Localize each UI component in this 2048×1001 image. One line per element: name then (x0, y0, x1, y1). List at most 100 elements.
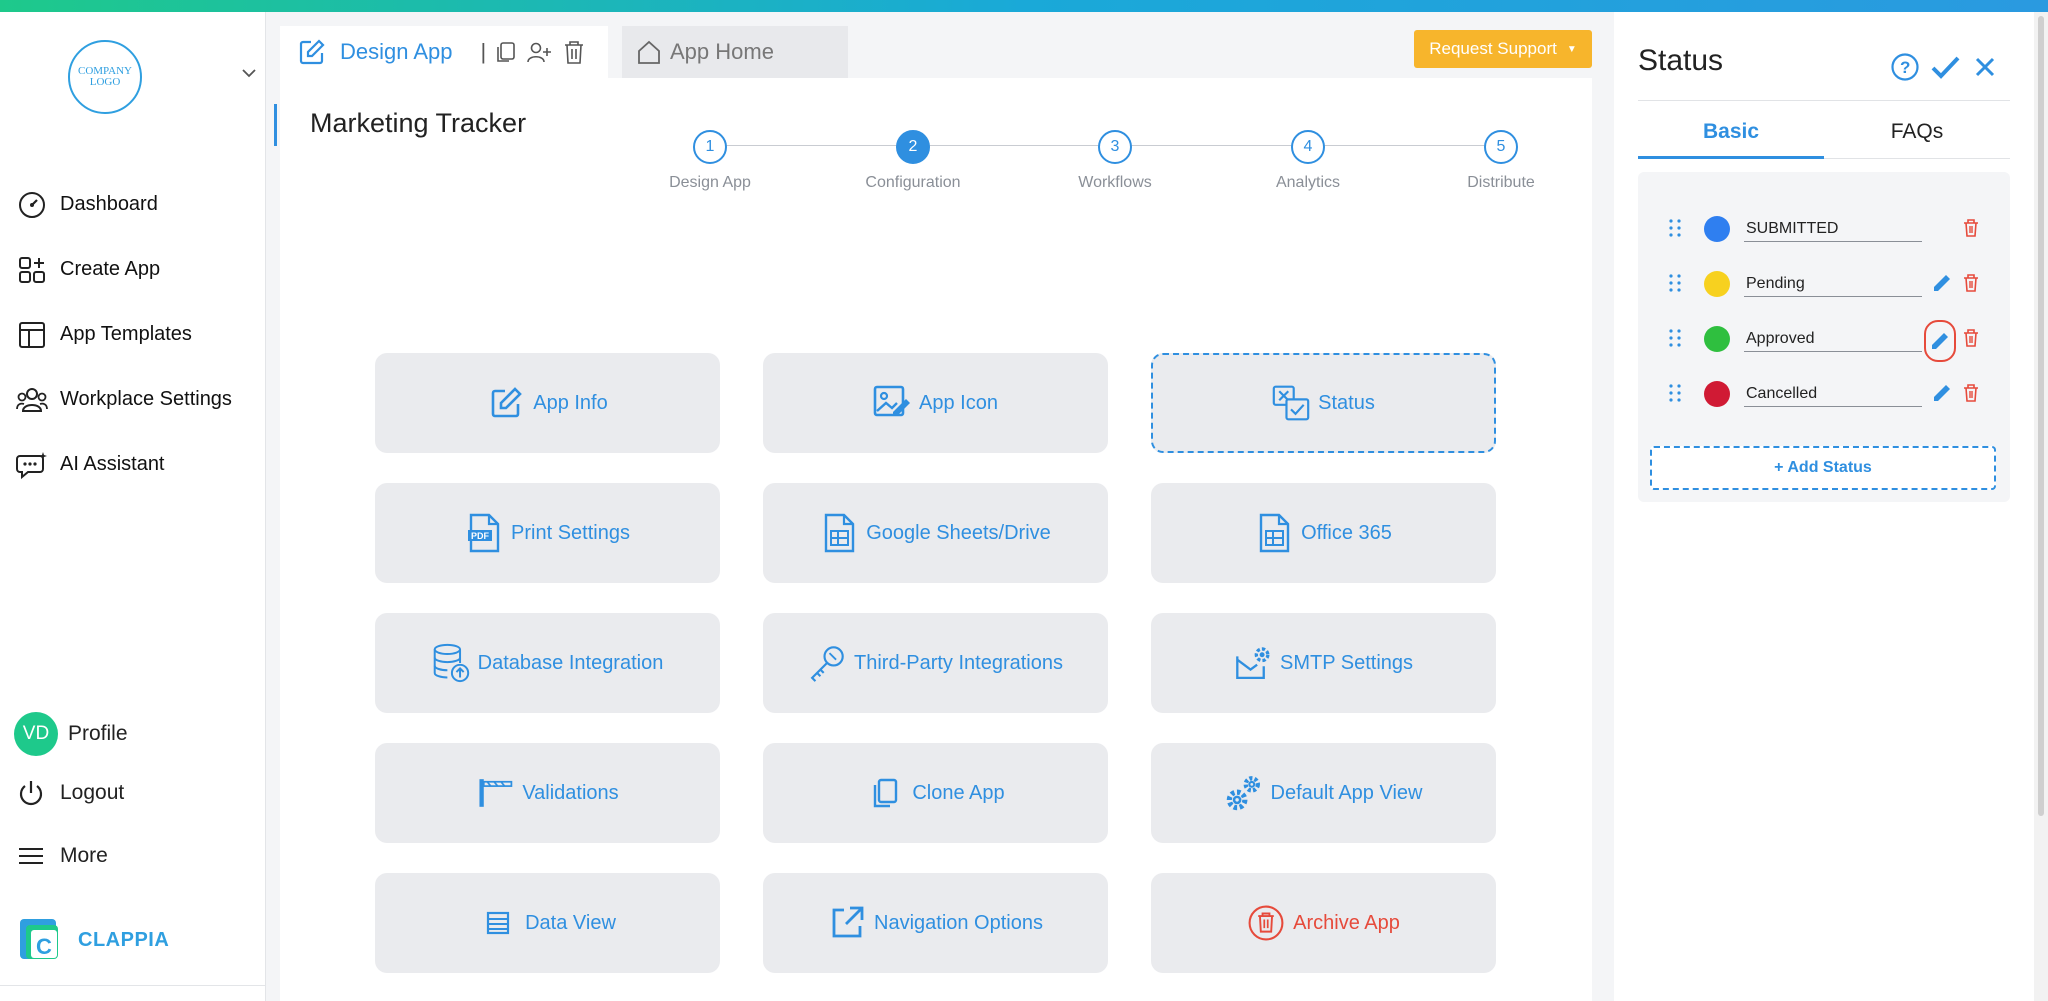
card-app-info[interactable]: App Info (375, 353, 720, 453)
pencil-icon[interactable] (1924, 320, 1956, 362)
grid-plus-icon (16, 254, 48, 286)
card-print-settings[interactable]: PDF Print Settings (375, 483, 720, 583)
drag-handle-icon[interactable] (1668, 273, 1682, 293)
layout-icon (16, 319, 48, 351)
sidebar: COMPANY LOGO Dashboard Create App App Te… (0, 12, 266, 1001)
tab-basic[interactable]: Basic (1638, 120, 1824, 144)
status-check-icon (1272, 384, 1310, 422)
logout-label: Logout (60, 781, 125, 804)
add-status-button[interactable]: + Add Status (1650, 446, 1996, 490)
card-database-integration[interactable]: Database Integration (375, 613, 720, 713)
status-name-input[interactable] (1744, 326, 1922, 352)
page-title: Marketing Tracker (310, 108, 527, 138)
delete-icon[interactable] (1960, 216, 1982, 240)
status-name-input[interactable] (1744, 271, 1922, 297)
card-label: Status (1318, 391, 1375, 414)
profile-link[interactable]: VD Profile (14, 712, 128, 756)
step-workflows[interactable]: 3 Workflows (1055, 130, 1175, 192)
sidebar-item-label: Workplace Settings (60, 388, 232, 410)
gauge-icon (16, 189, 48, 221)
check-icon[interactable] (1928, 50, 1962, 84)
svg-text:?: ? (1900, 58, 1910, 77)
sidebar-item-label: Create App (60, 258, 161, 280)
caret-down-icon: ▼ (1566, 43, 1577, 55)
request-support-button[interactable]: Request Support ▼ (1414, 30, 1592, 68)
sidebar-item-workplace-settings[interactable]: Workplace Settings (0, 367, 266, 432)
drag-handle-icon[interactable] (1668, 383, 1682, 403)
card-archive-app[interactable]: Archive App (1151, 873, 1496, 973)
external-link-icon (828, 904, 866, 942)
scrollbar-thumb[interactable] (2038, 16, 2044, 816)
card-validations[interactable]: Validations (375, 743, 720, 843)
step-analytics[interactable]: 4 Analytics (1248, 130, 1368, 192)
card-label: Database Integration (477, 651, 664, 674)
tab-app-home[interactable]: App Home (622, 26, 848, 78)
sidebar-item-create-app[interactable]: Create App (0, 237, 266, 302)
more-button[interactable]: More (16, 841, 108, 871)
step-distribute[interactable]: 5 Distribute (1441, 130, 1561, 192)
company-logo[interactable]: COMPANY LOGO (68, 40, 142, 114)
step-label: Workflows (1078, 174, 1152, 191)
copy-icon[interactable] (494, 40, 518, 64)
panel-actions: ? (1882, 50, 2002, 84)
svg-text:C: C (36, 934, 52, 959)
status-name-input[interactable] (1744, 381, 1922, 407)
sidebar-item-ai-assistant[interactable]: AI Assistant (0, 432, 266, 497)
card-label: Google Sheets/Drive (866, 521, 1051, 544)
delete-icon[interactable] (1960, 381, 1982, 405)
card-clone-app[interactable]: Clone App (763, 743, 1108, 843)
trash-circle-icon (1247, 904, 1285, 942)
drag-handle-icon[interactable] (1668, 328, 1682, 348)
step-number: 3 (1098, 130, 1132, 164)
gears-icon (1225, 774, 1263, 812)
card-data-view[interactable]: Data View (375, 873, 720, 973)
pencil-icon[interactable] (1930, 271, 1954, 295)
status-color-dot[interactable] (1704, 326, 1730, 352)
card-google-sheets[interactable]: Google Sheets/Drive (763, 483, 1108, 583)
status-list: + Add Status (1638, 172, 2010, 502)
card-default-app-view[interactable]: Default App View (1151, 743, 1496, 843)
status-name-input[interactable] (1744, 216, 1922, 242)
step-configuration[interactable]: 2 Configuration (853, 130, 973, 192)
card-status[interactable]: Status (1151, 353, 1496, 453)
step-design-app[interactable]: 1 Design App (650, 130, 770, 192)
title-accent (274, 104, 277, 146)
chevron-down-icon[interactable] (240, 64, 258, 82)
delete-icon[interactable] (1960, 326, 1982, 350)
card-third-party-integrations[interactable]: Third-Party Integrations (763, 613, 1108, 713)
trash-icon[interactable] (562, 39, 586, 65)
delete-icon[interactable] (1960, 271, 1982, 295)
logo-text: COMPANY LOGO (77, 65, 132, 88)
add-user-icon[interactable] (526, 40, 552, 64)
tab-design-label: Design App (340, 39, 453, 64)
card-smtp-settings[interactable]: SMTP Settings (1151, 613, 1496, 713)
drag-handle-icon[interactable] (1668, 218, 1682, 238)
card-navigation-options[interactable]: Navigation Options (763, 873, 1108, 973)
sidebar-item-app-templates[interactable]: App Templates (0, 302, 266, 367)
image-edit-icon (873, 384, 911, 422)
card-app-icon[interactable]: App Icon (763, 353, 1108, 453)
logout-button[interactable]: Logout (16, 778, 124, 808)
status-panel: Status ? Basic FAQs SUBMITTED Pending Ap… (1614, 12, 2034, 1001)
brand-label: CLAPPIA (78, 928, 170, 951)
card-office-365[interactable]: Office 365 (1151, 483, 1496, 583)
panel-title: Status (1638, 44, 1724, 77)
sidebar-item-dashboard[interactable]: Dashboard (0, 172, 266, 237)
status-color-dot[interactable] (1704, 381, 1730, 407)
pencil-icon[interactable] (1930, 381, 1954, 405)
request-support-label: Request Support (1429, 39, 1557, 58)
divider (1638, 100, 2010, 101)
close-icon[interactable] (1968, 50, 2002, 84)
list-icon (479, 904, 517, 942)
card-label: Default App View (1270, 781, 1423, 804)
tab-faqs[interactable]: FAQs (1824, 120, 2010, 144)
status-color-dot[interactable] (1704, 216, 1730, 242)
card-label: Clone App (912, 781, 1005, 804)
sidebar-item-label: App Templates (60, 323, 192, 345)
top-gradient-bar (0, 0, 2048, 12)
status-color-dot[interactable] (1704, 271, 1730, 297)
tab-design-app[interactable]: Design App | (280, 26, 608, 78)
card-label: Navigation Options (874, 911, 1043, 934)
svg-text:PDF: PDF (471, 531, 490, 541)
help-icon[interactable]: ? (1888, 50, 1922, 84)
